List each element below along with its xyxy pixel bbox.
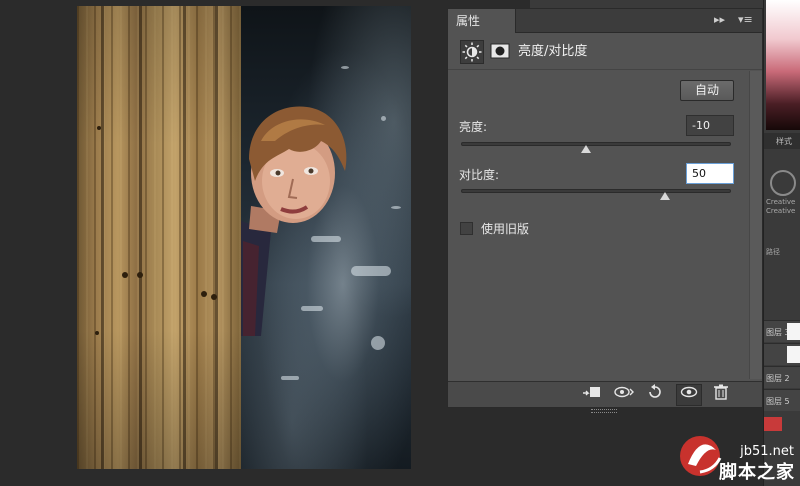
creative-text-1: Creative [766, 198, 796, 206]
use-legacy-label: 使用旧版 [481, 222, 530, 236]
layer-mask-icon[interactable] [490, 41, 510, 61]
creative-cloud-icon [770, 170, 796, 196]
brightness-slider-thumb[interactable] [581, 145, 591, 153]
canvas-image [77, 6, 411, 469]
contrast-input[interactable]: 50 [686, 163, 734, 184]
contrast-slider-track[interactable] [461, 189, 731, 200]
use-legacy-checkbox[interactable] [460, 222, 473, 235]
layer-row[interactable] [764, 343, 800, 365]
panel-scrollbar[interactable] [749, 71, 762, 379]
contrast-label: 对比度: [459, 168, 500, 182]
top-panel-strip [530, 0, 763, 8]
brightness-slider-track[interactable] [461, 142, 731, 153]
clip-to-layer-icon[interactable] [578, 384, 604, 406]
panel-footer [448, 381, 762, 413]
tab-properties[interactable]: 属性 [448, 9, 516, 33]
brightness-label: 亮度: [459, 120, 488, 134]
boy-peeking [241, 106, 347, 336]
reset-icon[interactable] [642, 384, 668, 406]
watermark: jb51.net 脚本之家 [670, 414, 800, 486]
contrast-slider-thumb[interactable] [660, 192, 670, 200]
adjustment-title: 亮度/对比度 [518, 44, 588, 59]
layer-row[interactable]: 图层 5 [764, 389, 800, 411]
brightness-contrast-icon[interactable] [460, 40, 484, 64]
delete-trash-icon[interactable] [708, 384, 734, 406]
layer-row[interactable]: 图层 2 [764, 366, 800, 388]
properties-panel: 属性 ▸▸ ▾≡ 亮度/对比度 自动 亮度: -10 对比度: 50 使用旧版 [447, 8, 763, 413]
panel-menu-icon[interactable]: ▾≡ [738, 13, 753, 26]
tab-styles[interactable]: 样式 [764, 133, 800, 149]
auto-button[interactable]: 自动 [680, 80, 734, 101]
paths-label: 路径 [766, 248, 780, 256]
watermark-url: jb51.net [740, 444, 794, 459]
layer-row[interactable]: 图层 3 [764, 320, 800, 342]
adjustment-header: 亮度/对比度 [448, 34, 762, 70]
brightness-input[interactable]: -10 [686, 115, 734, 136]
creative-text-2: Creative [766, 207, 796, 215]
watermark-name: 脚本之家 [719, 462, 795, 483]
view-previous-state-icon[interactable] [611, 384, 637, 406]
panel-resize-grip[interactable] [591, 409, 617, 413]
wooden-plank [77, 6, 241, 469]
color-picker-gradient[interactable] [766, 0, 800, 130]
panel-tabbar: 属性 ▸▸ ▾≡ [448, 9, 762, 33]
visibility-eye-icon[interactable] [676, 384, 702, 406]
expand-panel-icon[interactable]: ▸▸ [714, 13, 725, 26]
